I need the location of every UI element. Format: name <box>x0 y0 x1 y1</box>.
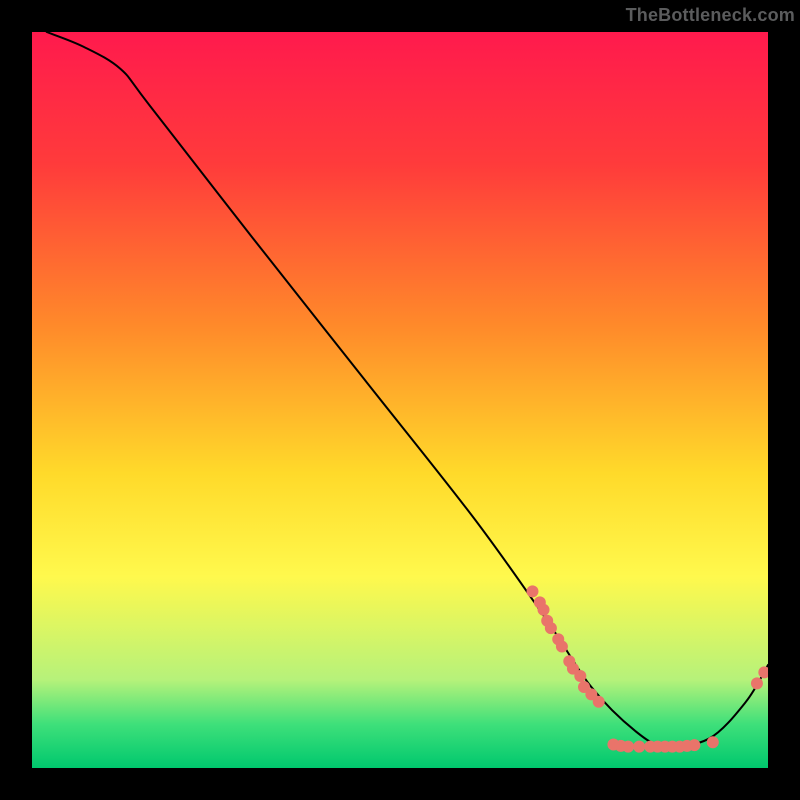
scatter-dot <box>707 736 719 748</box>
scatter-dot <box>574 670 586 682</box>
scatter-dot <box>538 604 550 616</box>
scatter-dot <box>688 739 700 751</box>
plot-area <box>32 32 768 768</box>
scatter-dot <box>751 677 763 689</box>
scatter-dot <box>633 741 645 753</box>
chart-frame: TheBottleneck.com <box>0 0 800 800</box>
watermark-text: TheBottleneck.com <box>626 5 795 26</box>
scatter-dot <box>622 741 634 753</box>
scatter-dot <box>556 641 568 653</box>
chart-svg <box>32 32 768 768</box>
scatter-dot <box>593 696 605 708</box>
scatter-dot <box>545 622 557 634</box>
chart-background <box>32 32 768 768</box>
scatter-dot <box>526 585 538 597</box>
